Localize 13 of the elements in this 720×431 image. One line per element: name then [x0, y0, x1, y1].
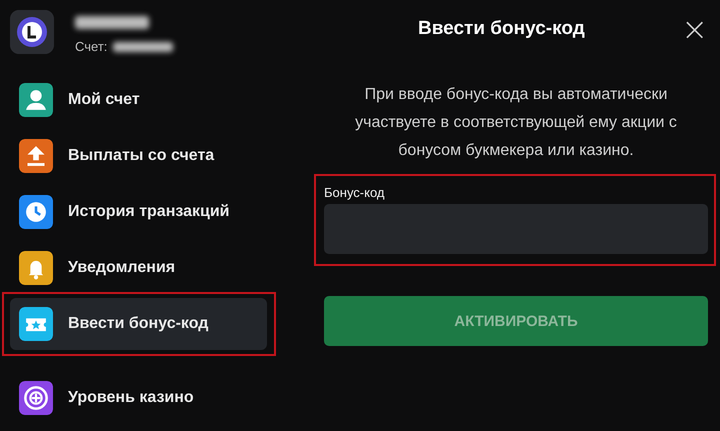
- bonus-code-field[interactable]: [324, 204, 708, 254]
- menu-item[interactable]: Уведомления: [10, 242, 267, 294]
- menu-item[interactable]: Выплаты со счета: [10, 130, 267, 182]
- description-text: При вводе бонус-кода вы автоматически участвуете в соответствующей ему акции с бонусом букмекера или казино.: [354, 85, 678, 161]
- field-label: Бонус-код: [324, 185, 386, 200]
- menu-item[interactable]: Мой счет: [10, 74, 267, 126]
- menu-item[interactable]: История транзакций: [10, 186, 267, 238]
- menu-item[interactable]: Уровень казино: [10, 372, 267, 424]
- dialog-title: Ввести бонус-код: [418, 18, 585, 40]
- account-label: Счет:: [75, 39, 108, 54]
- blurred-account-number: [113, 42, 174, 52]
- menu-item[interactable]: Ввести бонус-код: [10, 298, 267, 350]
- close-button[interactable]: ×: [681, 15, 708, 43]
